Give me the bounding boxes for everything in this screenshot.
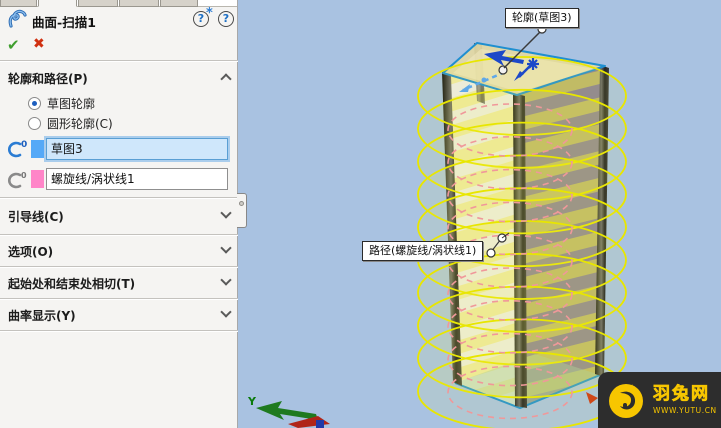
orientation-triad xyxy=(256,401,330,428)
watermark-url: WWW.YUTU.CN xyxy=(653,405,717,415)
radio-circular-profile[interactable]: 圆形轮廓(C) xyxy=(28,114,113,132)
chevron-down-icon[interactable] xyxy=(220,242,232,254)
chevron-down-icon[interactable] xyxy=(220,306,232,318)
profile-selection-row: 0 草图3 xyxy=(0,138,238,162)
watermark-badge: 羽兔网 WWW.YUTU.CN xyxy=(598,372,721,428)
divider xyxy=(0,197,238,199)
section-start-end-tangency[interactable]: 起始处和结束处相切(T) xyxy=(0,273,238,293)
svg-text:0: 0 xyxy=(21,171,27,180)
pm-tab[interactable] xyxy=(78,0,118,7)
path-callout[interactable]: 路径(螺旋线/涡状线1) xyxy=(362,241,484,261)
profile-selection-field[interactable]: 草图3 xyxy=(46,138,228,160)
solidworks-window: 曲面-扫描1 ? * ? ✔ ✖ 轮廓和路径(P) 草图轮廓 圆形轮廓(C) 0… xyxy=(0,0,721,428)
model-preview xyxy=(256,24,627,428)
divider xyxy=(0,266,238,268)
help-icon[interactable]: ? xyxy=(218,11,234,27)
cancel-button[interactable]: ✖ xyxy=(33,36,45,52)
section-curvature-display[interactable]: 曲率显示(Y) xyxy=(0,305,238,325)
path-selection-field[interactable]: 螺旋线/涡状线1 xyxy=(46,168,228,190)
divider xyxy=(0,234,238,236)
property-manager-panel: 曲面-扫描1 ? * ? ✔ ✖ 轮廓和路径(P) 草图轮廓 圆形轮廓(C) 0… xyxy=(0,0,238,428)
yutu-rabbit-logo-icon xyxy=(609,384,643,418)
help-pin-star: * xyxy=(206,6,213,21)
panel-actions: ✔ ✖ xyxy=(0,36,238,58)
divider xyxy=(0,298,238,300)
watermark-brand: 羽兔网 xyxy=(653,383,710,404)
chevron-up-icon[interactable] xyxy=(220,73,232,85)
triad-y-label: Y xyxy=(248,395,256,408)
section-options[interactable]: 选项(O) xyxy=(0,241,238,261)
pm-tab[interactable] xyxy=(119,0,159,7)
panel-title-row: 曲面-扫描1 ? * ? xyxy=(0,6,238,33)
section-guide-curves[interactable]: 引导线(C) xyxy=(0,206,238,226)
svg-text:0: 0 xyxy=(21,140,27,150)
radio-sketch-profile[interactable]: 草图轮廓 xyxy=(28,94,95,112)
divider xyxy=(0,330,238,332)
radio-unselected-icon[interactable] xyxy=(28,116,41,130)
sweep-feature-icon xyxy=(7,8,29,33)
chevron-down-icon[interactable] xyxy=(220,274,232,286)
chevron-down-icon[interactable] xyxy=(220,207,232,219)
profile-color-swatch xyxy=(31,140,44,158)
path-selection-row: 0 螺旋线/涡状线1 xyxy=(0,168,238,192)
divider xyxy=(0,60,238,62)
graphics-viewport[interactable]: 轮廓(草图3) 路径(螺旋线/涡状线1) Y 羽兔网 WWW.YUTU.CN xyxy=(238,0,721,428)
confirm-button[interactable]: ✔ xyxy=(7,36,20,54)
profile-callout[interactable]: 轮廓(草图3) xyxy=(505,8,579,28)
radio-selected-icon[interactable] xyxy=(28,96,41,110)
pm-tab[interactable] xyxy=(0,0,37,7)
panel-title: 曲面-扫描1 xyxy=(32,15,96,30)
sweep-path-icon: 0 xyxy=(4,169,28,194)
property-manager-tabstrip xyxy=(0,0,237,7)
sweep-profile-icon: 0 xyxy=(4,139,28,164)
path-color-swatch xyxy=(31,170,44,188)
section-profile-and-path[interactable]: 轮廓和路径(P) xyxy=(0,68,238,88)
pm-tab-active[interactable] xyxy=(38,0,77,7)
pm-tab[interactable] xyxy=(160,0,198,7)
